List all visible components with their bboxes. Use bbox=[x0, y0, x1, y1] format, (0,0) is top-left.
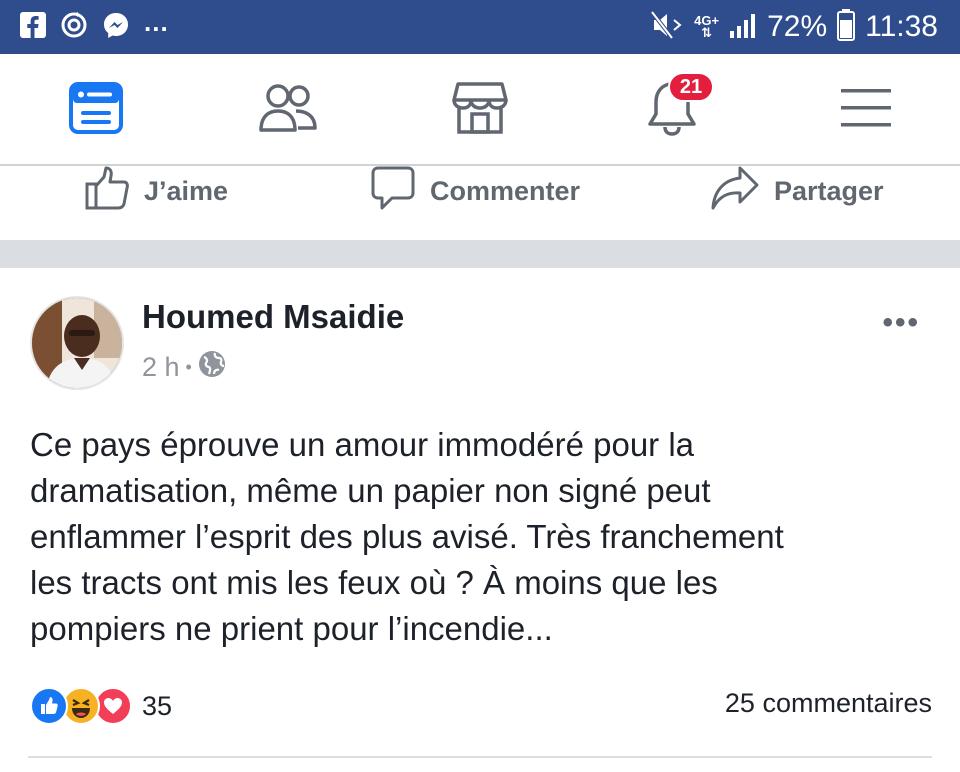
friends-icon bbox=[258, 82, 318, 139]
share-button[interactable]: Partager bbox=[710, 166, 884, 214]
reactions-summary[interactable]: 35 bbox=[30, 686, 172, 726]
thumbs-up-icon bbox=[84, 165, 130, 218]
like-reaction-icon bbox=[30, 687, 68, 725]
messenger-icon bbox=[102, 11, 130, 44]
comments-count-link[interactable]: 25 commentaires bbox=[725, 688, 932, 719]
sync-icon bbox=[60, 11, 88, 44]
reaction-count: 35 bbox=[142, 690, 173, 721]
post-author[interactable]: Houmed Msaidie bbox=[142, 298, 404, 336]
meta-separator: • bbox=[185, 357, 192, 377]
like-label: J’aime bbox=[144, 175, 229, 206]
status-bar-left: ... bbox=[20, 0, 169, 54]
nav-menu[interactable] bbox=[834, 78, 898, 142]
facebook-icon bbox=[20, 11, 46, 43]
signal-icon bbox=[729, 11, 757, 44]
news-feed-icon bbox=[69, 81, 123, 139]
globe-icon bbox=[198, 350, 226, 385]
share-label: Partager bbox=[774, 175, 884, 206]
previous-post-actions: J’aime Commenter Partager bbox=[0, 166, 960, 240]
post-body-text: Ce pays éprouve un amour immodéré pour l… bbox=[30, 426, 784, 647]
feed-post: Houmed Msaidie 2 h • ••• Ce pays éprouve… bbox=[0, 268, 960, 772]
post-meta: 2 h • bbox=[142, 350, 226, 385]
comment-button[interactable]: Commenter bbox=[370, 166, 581, 214]
network-type-label: 4G+ bbox=[694, 13, 720, 28]
like-button[interactable]: J’aime bbox=[84, 166, 229, 214]
clock: 11:38 bbox=[865, 10, 938, 43]
status-more-dots: ... bbox=[144, 6, 169, 37]
marketplace-icon bbox=[452, 80, 508, 141]
share-arrow-icon bbox=[710, 165, 760, 218]
feed-separator bbox=[0, 240, 960, 268]
comment-label: Commenter bbox=[430, 175, 581, 206]
nav-news-feed[interactable] bbox=[64, 78, 128, 142]
status-bar-right: 4G+ ⇅ 72% 11:38 bbox=[650, 0, 938, 54]
battery-icon bbox=[837, 8, 856, 46]
mute-icon bbox=[650, 10, 684, 45]
top-navigation: 21 bbox=[0, 54, 960, 166]
comment-bubble-icon bbox=[370, 165, 416, 218]
menu-icon bbox=[841, 87, 891, 134]
nav-friends[interactable] bbox=[256, 78, 320, 142]
notifications-badge: 21 bbox=[668, 72, 714, 102]
network-type: 4G+ ⇅ bbox=[694, 13, 720, 40]
nav-notifications[interactable]: 21 bbox=[640, 72, 714, 142]
status-bar: ... 4G+ ⇅ 72% 11:38 bbox=[0, 0, 960, 54]
avatar[interactable] bbox=[30, 296, 124, 390]
post-options-button[interactable]: ••• bbox=[882, 306, 920, 340]
nav-marketplace[interactable] bbox=[448, 78, 512, 142]
post-divider bbox=[28, 756, 932, 758]
post-time[interactable]: 2 h bbox=[142, 352, 180, 383]
battery-percent: 72% bbox=[767, 10, 828, 43]
